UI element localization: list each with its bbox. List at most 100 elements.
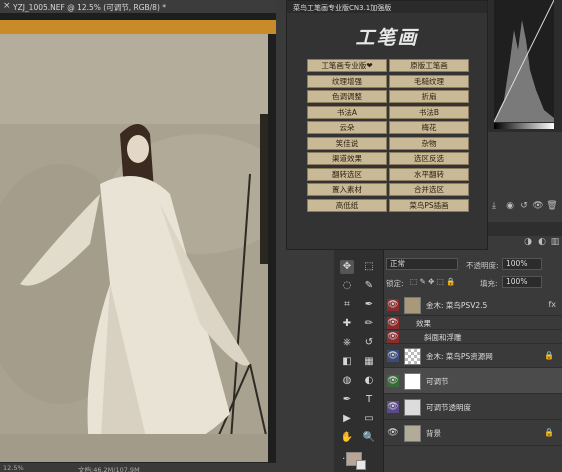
background-color-swatch[interactable] [356, 460, 366, 470]
lasso-icon[interactable]: ◌ [340, 279, 354, 293]
layer-thumbnail [404, 347, 421, 365]
new-adjust-icon[interactable]: ◐ [536, 236, 548, 248]
type-icon[interactable]: T [362, 393, 376, 407]
layer-row[interactable]: 👁 可调节透明度 [384, 394, 562, 420]
layers-panel-tabbar [488, 222, 562, 236]
plugin-button[interactable]: 云朵 [307, 121, 387, 134]
layer-row[interactable]: 👁 可调节 [384, 368, 562, 394]
visibility-eye-icon[interactable]: 👁 [387, 427, 399, 439]
shape-icon[interactable]: ▭ [362, 412, 376, 426]
zoom-readout[interactable]: 12.5% [3, 464, 24, 472]
status-bar: 12.5% 文档:46.2M/107.9M [0, 462, 276, 472]
layer-row[interactable]: 👁 金木: 菜鸟PS资源网 🔒 [384, 344, 562, 368]
adjustment-icons: ◑ ◐ ▥ [522, 236, 562, 248]
history-brush-icon[interactable]: ↺ [362, 336, 376, 350]
layer-row[interactable]: 👁 斜面和浮雕 [384, 330, 562, 344]
plugin-button[interactable]: 笑佳说 [307, 136, 387, 150]
zoom-icon[interactable]: 🔍 [362, 431, 376, 445]
histogram-chart [493, 0, 555, 123]
plugin-button[interactable]: 杂物 [389, 136, 469, 150]
visibility-icon[interactable]: 👁 [532, 200, 544, 212]
healing-icon[interactable]: ✚ [340, 317, 354, 331]
blur-icon[interactable]: ◍ [340, 374, 354, 388]
gradient-slider[interactable] [494, 123, 554, 129]
plugin-logo: 工笔画 [355, 27, 419, 49]
visibility-eye-icon[interactable]: 👁 [387, 317, 399, 329]
plugin-title-bar[interactable]: 菜鸟工笔画专业版CN3.1加强版 [287, 1, 487, 13]
dodge-icon[interactable]: ◐ [362, 374, 376, 388]
opacity-input[interactable]: 100% [502, 258, 542, 270]
plugin-button[interactable]: 置入素材 [307, 183, 387, 196]
clip-icon[interactable]: ⤓ [488, 200, 500, 212]
plugin-button[interactable]: 折扇 [389, 90, 469, 103]
view-previous-icon[interactable]: ◉ [504, 200, 516, 212]
plugin-button[interactable]: 水平翻转 [389, 167, 469, 181]
layer-row[interactable]: 👁 效果 [384, 316, 562, 330]
eraser-icon[interactable]: ◧ [340, 355, 354, 369]
quick-select-icon[interactable]: ✎ [362, 279, 376, 293]
stamp-icon[interactable]: ⎈ [340, 336, 354, 350]
gradient-icon[interactable]: ▦ [362, 355, 376, 369]
photo-illustration [0, 34, 268, 462]
document-title: YZJ_1005.NEF @ 12.5% (可调节, RGB/8) * [13, 3, 167, 12]
document-window: × YZJ_1005.NEF @ 12.5% (可调节, RGB/8) * 12… [0, 0, 276, 472]
visibility-eye-icon[interactable]: 👁 [387, 299, 399, 311]
visibility-eye-icon[interactable]: 👁 [387, 375, 399, 387]
trash-icon[interactable]: 🗑 [546, 200, 558, 212]
plugin-button[interactable]: 工笔画专业版❤ [307, 59, 387, 72]
properties-button-row: ⤓ ◉ ↺ 👁 🗑 [488, 200, 562, 214]
reset-icon[interactable]: ↺ [518, 200, 530, 212]
plugin-button[interactable]: 高低纸 [307, 198, 387, 212]
brush-icon[interactable]: ✏ [362, 317, 376, 331]
fill-input[interactable]: 100% [502, 276, 542, 288]
document-tab[interactable]: × YZJ_1005.NEF @ 12.5% (可调节, RGB/8) * [0, 0, 276, 14]
hand-icon[interactable]: ✋ [340, 431, 354, 445]
lock-icons[interactable]: ⬚ ✎ ✥ ⬚ 🔒 [410, 277, 456, 286]
photo-canvas[interactable] [0, 34, 268, 462]
plugin-panel: 菜鸟工笔画专业版CN3.1加强版 工笔画 工笔画专业版❤ 原版工笔画 纹理增强 毛糙纹… [286, 0, 488, 250]
plugin-button[interactable]: 书法B [389, 105, 469, 119]
plugin-button[interactable]: 毛糙纹理 [389, 74, 469, 88]
plugin-button[interactable]: 原版工笔画 [389, 59, 469, 72]
photoshop-window: × YZJ_1005.NEF @ 12.5% (可调节, RGB/8) * 12… [0, 0, 562, 472]
plugin-button[interactable]: 渠道效果 [307, 152, 387, 165]
layer-thumbnail [404, 372, 421, 390]
plugin-button[interactable]: 合并选区 [389, 183, 469, 196]
plugin-button[interactable]: 选区反选 [389, 152, 469, 165]
mask-icon[interactable]: ▥ [549, 236, 561, 248]
layer-thumbnail [404, 296, 421, 314]
plugin-button[interactable]: 色调调整 [307, 90, 387, 103]
fx-badge[interactable]: fx [548, 300, 556, 309]
layer-name: 背景 [426, 429, 441, 438]
toolbar: ✥⬚◌✎⌗✒✚✏⎈↺◧▦◍◐✒T▶▭✋🔍… [334, 250, 384, 472]
layer-name: 可调节 [426, 377, 449, 386]
plugin-button[interactable]: 菜鸟PS插画 [389, 198, 469, 212]
blend-mode-select[interactable]: 正常 [386, 258, 458, 270]
layer-row[interactable]: 👁 背景 🔒 [384, 420, 562, 446]
path-select-icon[interactable]: ▶ [340, 412, 354, 426]
layer-name: 效果 [416, 319, 431, 328]
backdrop-top-strip [0, 20, 276, 34]
lock-icon: 🔒 [544, 428, 554, 437]
close-icon[interactable]: × [3, 1, 11, 11]
crop-icon[interactable]: ⌗ [340, 298, 354, 312]
plugin-button[interactable]: 纹理增强 [307, 74, 387, 88]
lock-label: 锁定: [386, 279, 404, 288]
visibility-eye-icon[interactable]: 👁 [387, 350, 399, 362]
visibility-eye-icon[interactable]: 👁 [387, 331, 399, 343]
plugin-button[interactable]: 梅花 [389, 121, 469, 134]
layer-row[interactable]: 👁 金木: 菜鸟PSV2.5 fx [384, 294, 562, 316]
layer-name: 金木: 菜鸟PSV2.5 [426, 301, 488, 310]
move-icon[interactable]: ✥ [340, 260, 354, 274]
new-fill-icon[interactable]: ◑ [522, 236, 534, 248]
plugin-button[interactable]: 翻转选区 [307, 167, 387, 181]
marquee-icon[interactable]: ⬚ [362, 260, 376, 274]
histogram-graph[interactable] [493, 0, 555, 123]
canvas-area[interactable] [0, 14, 276, 462]
eyedropper-icon[interactable]: ✒ [362, 298, 376, 312]
fill-label: 填充: [480, 279, 498, 288]
histogram-panel [488, 0, 562, 132]
plugin-button[interactable]: 书法A [307, 105, 387, 119]
pen-icon[interactable]: ✒ [340, 393, 354, 407]
visibility-eye-icon[interactable]: 👁 [387, 401, 399, 413]
